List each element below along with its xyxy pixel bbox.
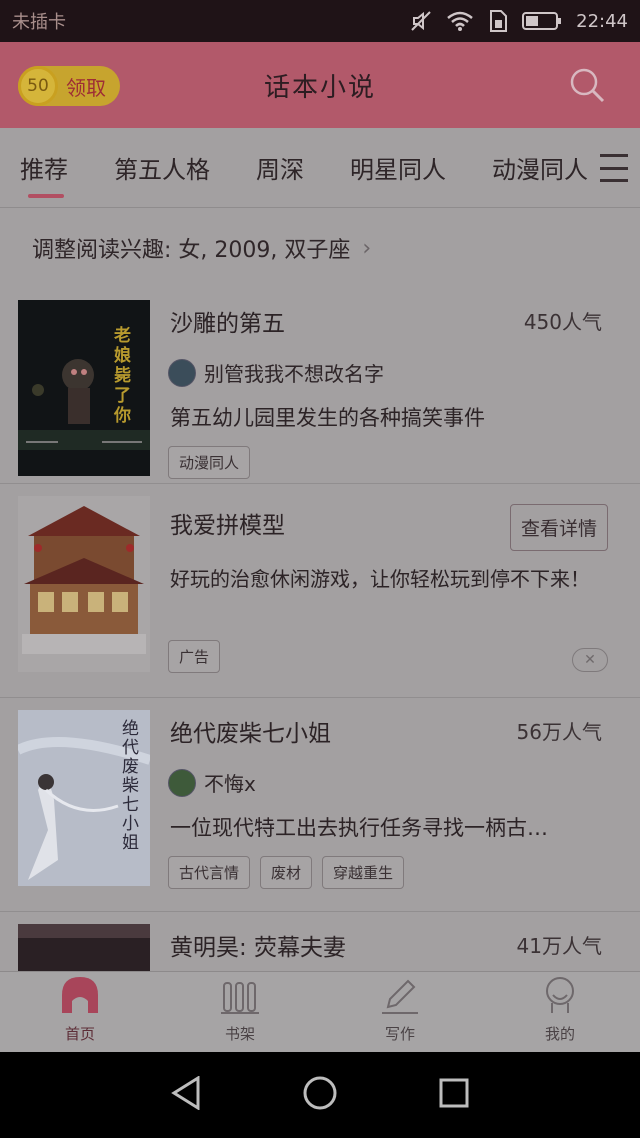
tag[interactable]: 古代言情 <box>168 856 251 889</box>
view-details-button[interactable]: 查看详情 <box>509 504 608 551</box>
back-icon[interactable] <box>170 1075 202 1114</box>
ad-cover <box>18 496 150 672</box>
system-nav-bar <box>0 1052 640 1138</box>
search-icon[interactable] <box>568 66 606 108</box>
ad-card[interactable]: 我爱拼模型 查看详情 好玩的治愈休闲游戏，让你轻松玩到停不下来！ 广告 ✕ <box>0 484 640 698</box>
nav-bookshelf[interactable]: 书架 <box>160 972 320 1052</box>
main-content: 推荐 第五人格 周深 明星同人 动漫同人 调整阅读兴趣: 女, 2009, 双子… <box>0 128 640 971</box>
popularity-count: 41万人气 <box>516 934 602 958</box>
nav-label: 书架 <box>224 1025 255 1043</box>
book-description: 一位现代特工出去执行任务寻找一柄古… <box>170 816 548 840</box>
nav-label: 我的 <box>544 1025 575 1043</box>
author-row: 不悔x <box>168 768 256 797</box>
coin-icon: 50 <box>18 66 58 106</box>
author-row: 别管我我不想改名字 <box>168 358 384 387</box>
bottom-nav: 首页 书架 写作 我的 <box>0 971 640 1052</box>
tag[interactable]: 穿越重生 <box>322 856 405 889</box>
tab-zhou-shen[interactable]: 周深 <box>256 150 304 185</box>
app-title: 话本小说 <box>263 72 376 103</box>
cover-caption: 绝代废柴七小姐 <box>122 719 139 853</box>
battery-icon <box>522 10 562 32</box>
nav-home[interactable]: 首页 <box>0 972 160 1052</box>
book-cover: 绝代废柴七小姐 <box>18 710 150 886</box>
tag[interactable]: 废材 <box>260 856 313 889</box>
mute-icon <box>410 10 432 32</box>
tab-recommend[interactable]: 推荐 <box>20 150 68 198</box>
popularity-count: 56万人气 <box>516 720 602 744</box>
pen-icon <box>380 975 420 1019</box>
book-card[interactable]: 黄明昊: 荧幕夫妻 41万人气 <box>0 912 640 971</box>
book-card[interactable]: 老娘毙了你 沙雕的第五 450人气 别管我我不想改名字 第五幼儿园里发生的各种搞… <box>0 288 640 484</box>
popularity-count: 450人气 <box>523 310 602 334</box>
ad-description: 好玩的治愈休闲游戏，让你轻松玩到停不下来！ <box>170 567 590 591</box>
tag-list: 动漫同人 <box>168 446 251 479</box>
recents-icon[interactable] <box>438 1077 470 1113</box>
close-icon[interactable]: ✕ <box>572 648 608 672</box>
status-bar: 未插卡 22:44 <box>0 0 640 42</box>
tag-list: 古代言情 废材 穿越重生 <box>168 856 405 889</box>
interest-text: 调整阅读兴趣: 女, 2009, 双子座 <box>32 238 351 263</box>
author-name: 不悔x <box>204 772 256 796</box>
tab-celebrity-fanfic[interactable]: 明星同人 <box>350 150 446 185</box>
status-icons: 22:44 <box>410 10 628 32</box>
sim-icon <box>488 10 508 32</box>
book-cover: 老娘毙了你 <box>18 300 150 476</box>
tag[interactable]: 动漫同人 <box>168 446 251 479</box>
tag-list: 广告 <box>168 640 221 673</box>
tab-identity-v[interactable]: 第五人格 <box>114 150 210 185</box>
book-card[interactable]: 绝代废柴七小姐 绝代废柴七小姐 56万人气 不悔x 一位现代特工出去执行任务寻找… <box>0 698 640 912</box>
category-tabs: 推荐 第五人格 周深 明星同人 动漫同人 <box>0 128 640 208</box>
nav-label: 首页 <box>64 1025 95 1043</box>
carrier-label: 未插卡 <box>12 12 66 33</box>
nav-profile[interactable]: 我的 <box>480 972 640 1052</box>
home-icon <box>60 975 100 1019</box>
interest-settings-link[interactable]: 调整阅读兴趣: 女, 2009, 双子座 › <box>0 208 640 288</box>
author-name: 别管我我不想改名字 <box>204 362 384 386</box>
profile-icon <box>540 975 580 1019</box>
avatar <box>168 358 196 387</box>
chevron-right-icon: › <box>362 235 372 261</box>
claim-label: 领取 <box>66 75 106 100</box>
tabs-menu-icon[interactable] <box>596 154 630 182</box>
home-button-icon[interactable] <box>302 1075 338 1115</box>
ad-tag: 广告 <box>168 640 221 673</box>
cover-caption: 老娘毙了你 <box>114 326 131 426</box>
tab-anime-fanfic[interactable]: 动漫同人 <box>492 150 588 185</box>
book-description: 第五幼儿园里发生的各种搞笑事件 <box>170 406 485 430</box>
nav-label: 写作 <box>384 1025 415 1043</box>
avatar <box>168 768 196 797</box>
nav-write[interactable]: 写作 <box>320 972 480 1052</box>
book-cover <box>18 924 150 971</box>
ad-title: 我爱拼模型 <box>170 513 285 539</box>
app-header: 50 领取 话本小说 <box>0 42 640 128</box>
book-title: 绝代废柴七小姐 <box>170 721 331 747</box>
wifi-icon <box>446 10 474 32</box>
coin-claim-button[interactable]: 50 领取 <box>18 66 120 106</box>
book-title: 黄明昊: 荧幕夫妻 <box>170 935 347 961</box>
clock: 22:44 <box>576 10 628 32</box>
bookshelf-icon <box>220 975 260 1019</box>
book-title: 沙雕的第五 <box>170 311 285 337</box>
